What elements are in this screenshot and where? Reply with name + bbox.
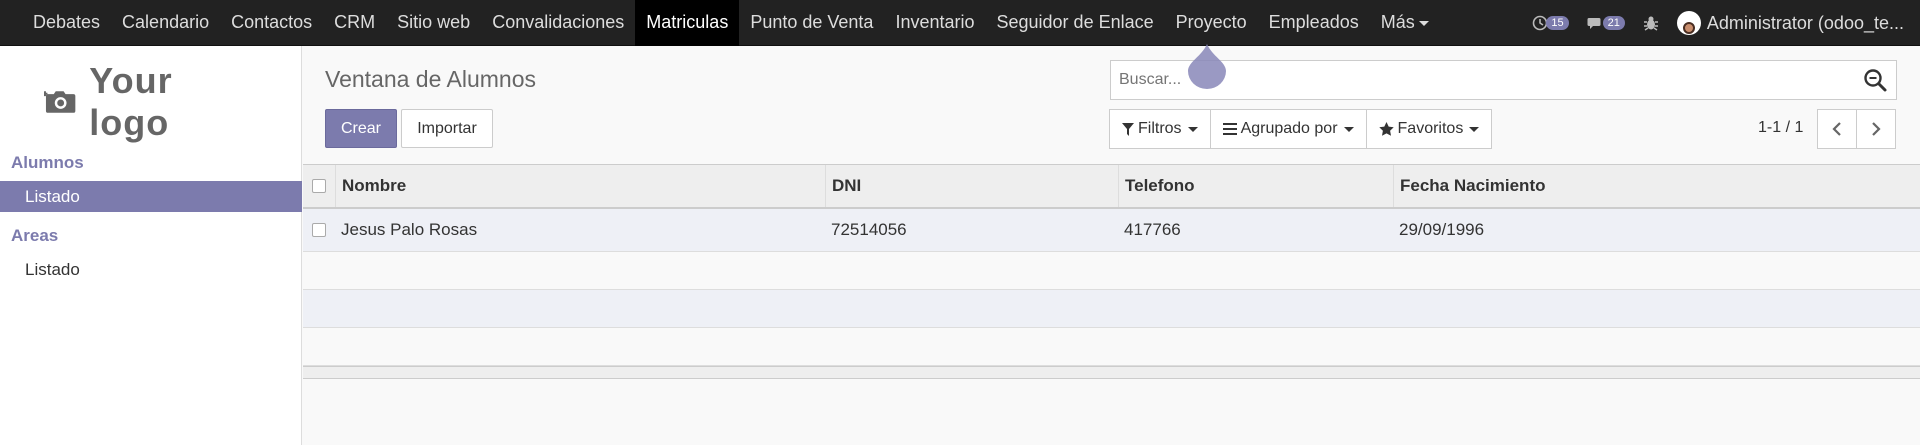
menu-item-seguidor-de-enlace[interactable]: Seguidor de Enlace xyxy=(986,0,1165,46)
menu-item-contactos[interactable]: Contactos xyxy=(220,0,323,46)
column-header-nombre[interactable]: Nombre xyxy=(335,165,825,207)
messages-count-badge: 21 xyxy=(1602,16,1625,30)
cell-telefono: 417766 xyxy=(1124,220,1181,239)
messages-menu[interactable]: 21 xyxy=(1587,15,1625,31)
systray: 15 21 Administrator (odoo_te... xyxy=(1514,0,1920,46)
menu-item-mas-label: Más xyxy=(1380,12,1415,32)
cell-nombre: Jesus Palo Rosas xyxy=(341,220,478,239)
drag-handle-indicator xyxy=(1188,44,1226,89)
table-row-empty xyxy=(303,290,1920,328)
chevron-down-icon xyxy=(1343,126,1354,132)
sidebar-item-alumnos-listado[interactable]: Listado xyxy=(0,181,302,212)
app-menu: Debates Calendario Contactos CRM Sitio w… xyxy=(0,0,1440,46)
user-menu[interactable]: Administrator (odoo_te... xyxy=(1676,11,1904,35)
column-header-fecha-nacimiento[interactable]: Fecha Nacimiento xyxy=(1393,165,1920,207)
sidebar-section-areas[interactable]: Areas xyxy=(11,226,58,246)
filter-icon xyxy=(1122,122,1134,136)
comments-icon xyxy=(1587,18,1601,29)
menu-item-inventario[interactable]: Inventario xyxy=(884,0,985,46)
chevron-left-icon xyxy=(1832,122,1841,136)
row-select-cell xyxy=(303,209,335,251)
page-title: Ventana de Alumnos xyxy=(325,66,536,92)
cell-dni: 72514056 xyxy=(831,220,907,239)
menu-item-mas[interactable]: Más xyxy=(1370,0,1440,46)
bars-icon xyxy=(1222,123,1237,135)
menu-item-calendario[interactable]: Calendario xyxy=(111,0,220,46)
sidebar: Your logo Alumnos Listado Areas Listado xyxy=(0,46,302,445)
pager-previous-button[interactable] xyxy=(1817,109,1857,149)
search-options: Filtros Agrupado por Favoritos xyxy=(1109,109,1493,149)
top-navbar: Debates Calendario Contactos CRM Sitio w… xyxy=(0,0,1920,46)
column-header-telefono[interactable]: Telefono xyxy=(1118,165,1393,207)
chevron-right-icon xyxy=(1872,122,1881,136)
favorites-label: Favoritos xyxy=(1397,120,1464,137)
import-button[interactable]: Importar xyxy=(401,109,493,148)
menu-item-matriculas[interactable]: Matriculas xyxy=(635,0,740,46)
table-row-empty xyxy=(303,328,1920,366)
chevron-down-icon xyxy=(1418,21,1429,26)
menu-item-convalidaciones[interactable]: Convalidaciones xyxy=(481,0,635,46)
user-name: Administrator (odoo_te... xyxy=(1706,12,1904,33)
logo-text: Your logo xyxy=(89,60,173,143)
column-header-dni[interactable]: DNI xyxy=(825,165,1118,207)
star-icon xyxy=(1378,122,1394,136)
pager-value[interactable]: 1-1 / 1 xyxy=(1758,119,1803,137)
table-header: Nombre DNI Telefono Fecha Nacimiento xyxy=(303,164,1920,209)
menu-item-empleados[interactable]: Empleados xyxy=(1258,0,1370,46)
sidebar-item-label: Listado xyxy=(25,259,80,279)
activity-menu[interactable]: 15 xyxy=(1532,15,1569,31)
cell-fecha-nacimiento: 29/09/1996 xyxy=(1399,220,1485,239)
menu-item-debates[interactable]: Debates xyxy=(22,0,111,46)
sidebar-section-alumnos[interactable]: Alumnos xyxy=(11,153,84,173)
menu-item-crm[interactable]: CRM xyxy=(323,0,386,46)
pager-next-button[interactable] xyxy=(1856,109,1896,149)
favorites-dropdown[interactable]: Favoritos xyxy=(1365,109,1493,149)
filters-label: Filtros xyxy=(1138,120,1182,137)
table-footer xyxy=(303,366,1920,379)
sidebar-item-areas-listado[interactable]: Listado xyxy=(0,254,302,285)
menu-item-sitio-web[interactable]: Sitio web xyxy=(386,0,481,46)
create-button[interactable]: Crear xyxy=(325,109,397,148)
select-all-cell xyxy=(303,165,335,207)
table-row[interactable]: Jesus Palo Rosas 72514056 417766 29/09/1… xyxy=(303,209,1920,252)
list-view-table: Nombre DNI Telefono Fecha Nacimiento Jes… xyxy=(303,164,1920,366)
sidebar-item-label: Listado xyxy=(25,186,80,206)
menu-item-punto-de-venta[interactable]: Punto de Venta xyxy=(739,0,884,46)
chevron-down-icon xyxy=(1469,126,1480,132)
menu-item-proyecto[interactable]: Proyecto xyxy=(1165,0,1258,46)
groupby-dropdown[interactable]: Agrupado por xyxy=(1209,109,1367,149)
debug-menu[interactable] xyxy=(1643,15,1659,31)
chevron-down-icon xyxy=(1187,126,1198,132)
company-logo: Your logo xyxy=(44,60,260,143)
table-row-empty xyxy=(303,252,1920,290)
row-checkbox[interactable] xyxy=(312,223,326,237)
avatar xyxy=(1676,11,1701,35)
bug-icon xyxy=(1643,16,1658,31)
select-all-checkbox[interactable] xyxy=(312,179,326,193)
search-bar xyxy=(1110,60,1897,100)
filters-dropdown[interactable]: Filtros xyxy=(1109,109,1211,149)
groupby-label: Agrupado por xyxy=(1240,120,1338,137)
activity-count-badge: 15 xyxy=(1546,16,1569,30)
camera-icon xyxy=(44,91,76,113)
search-icon[interactable] xyxy=(1862,67,1888,93)
